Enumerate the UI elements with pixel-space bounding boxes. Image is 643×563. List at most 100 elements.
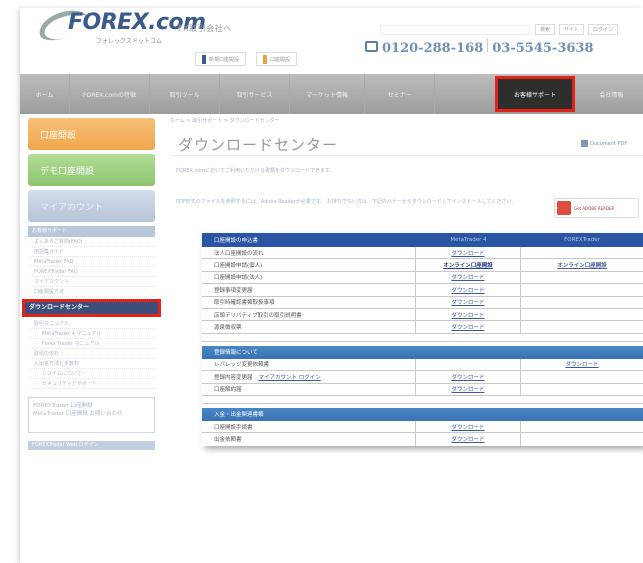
empty-cell (521, 421, 643, 432)
table-row: 登録事項変更届 ダウンロード (202, 284, 643, 297)
row-label: 登録内容変更届 (214, 374, 253, 381)
download-link[interactable]: ダウンロード (451, 273, 484, 281)
sidebar: 口座開設 デモ口座開設 マイアカウント お客様サポート よくあるご質問(FAQ)… (22, 118, 161, 450)
download-link[interactable]: ダウンロード (451, 423, 484, 431)
download-link[interactable]: ダウンロード (565, 360, 598, 368)
utility-login[interactable]: ログイン (588, 24, 619, 35)
section-heading-deposit: 入金・出金関連書類 (202, 407, 643, 421)
table-row: 出金依頼書 ダウンロード (202, 433, 643, 446)
header-buttons: 新規口座開設 口座開設 (195, 52, 298, 66)
download-link[interactable]: ダウンロード (451, 249, 484, 257)
utility-site[interactable]: サイト (559, 24, 585, 35)
search-input[interactable] (380, 25, 530, 35)
sidebar-web-login-button[interactable]: FOREXTrader Web ログイン (28, 441, 155, 450)
table-row: 源泉徴収票 ダウンロード (202, 321, 643, 334)
nav-item-market[interactable]: マーケット情報 (290, 74, 365, 114)
download-link[interactable]: ダウンロード (451, 311, 484, 319)
logo-subtext: フォレックスドットコム (96, 38, 162, 45)
online-account-link-mt4[interactable]: オンライン口座開設 (443, 261, 493, 269)
sidebar-open-account-button[interactable]: 口座開設 (28, 118, 155, 150)
sidebar-item-download-center[interactable]: ダウンロードセンター (22, 299, 161, 317)
nav-item-company[interactable]: 会社情報 (580, 74, 643, 114)
download-link[interactable]: ダウンロード (451, 286, 484, 294)
sidebar-demo-account-button[interactable]: デモ口座開設 (28, 154, 155, 186)
empty-cell (521, 284, 643, 295)
table-row: 店頭デリバティブ取引の取引説明書 ダウンロード (202, 308, 643, 322)
sidebar-item-account-method[interactable]: 口座開設方法 (28, 287, 155, 297)
document-icon (581, 140, 588, 147)
section-heading-registration: 登録情報について (202, 345, 643, 359)
table-row: 口座開設申請(個人) オンライン口座開設 オンライン口座開設 (202, 259, 643, 272)
title-divider (172, 155, 643, 156)
empty-cell (521, 297, 643, 308)
new-account-button[interactable]: 新規口座開設 (195, 52, 247, 66)
empty-cell (521, 321, 643, 332)
empty-cell (521, 309, 643, 320)
sidebar-my-account-button[interactable]: マイアカウント (28, 190, 155, 222)
download-link[interactable]: ダウンロード (451, 435, 484, 443)
download-link[interactable]: ダウンロード (451, 373, 484, 381)
sidebar-item-ft-manual[interactable]: Forex Trader マニュアル (28, 339, 155, 349)
row-label: 口座解約届 (202, 383, 416, 395)
sidebar-item-flow[interactable]: 取引の流れ (28, 349, 155, 359)
sidebar-item-deposit[interactable]: 入出金方法と手数料 (28, 359, 155, 369)
row-label-with-link: 登録内容変更届 マイアカウント ログイン (202, 371, 416, 383)
row-label: 法人口座開設の流れ (202, 247, 416, 259)
online-account-link-ft[interactable]: オンライン口座開設 (557, 261, 607, 269)
phone-contacts: 0120-288-168 03-5545-3638 (365, 38, 594, 56)
bar-icon (263, 54, 268, 64)
table-row: 取引時確認書類取扱事項 ダウンロード (202, 296, 643, 309)
global-nav: ホーム FOREX.comの特徴 取引ツール 取引サービス マーケット情報 セミ… (20, 74, 643, 114)
nav-item-support[interactable]: お客様サポート (495, 76, 575, 112)
sidebar-item-security[interactable]: セキュリティとサポート (28, 379, 155, 389)
phone-icon (365, 41, 378, 52)
phone-free-dial[interactable]: 0120-288-168 (382, 41, 483, 56)
table-row: 法人口座開設の流れ ダウンロード (202, 247, 643, 260)
adobe-banner-text: Get ADOBE READER (574, 205, 615, 211)
download-link[interactable]: ダウンロード (451, 323, 484, 331)
page-title: ダウンロードセンター (178, 136, 339, 154)
table-header: 口座開設の申込書 MetaTrader 4 FOREXTrader (202, 233, 643, 247)
pdf-link[interactable]: Document PDF (581, 140, 627, 147)
row-label: レバレッジ変更依頼書 (202, 358, 416, 371)
sidebar-item-ft-faq[interactable]: FOREXTrader FAQ (28, 267, 155, 277)
sidebar-heading: お客様サポート (28, 226, 155, 237)
download-link[interactable]: ダウンロード (451, 298, 484, 306)
row-label: 店頭デリバティブ取引の取引説明書 (202, 308, 416, 321)
nav-item-features[interactable]: FOREX.comの特徴 (70, 74, 150, 114)
download-link[interactable]: ダウンロード (451, 385, 484, 393)
sidebar-item-mt4-manual[interactable]: MetaTrader 4 マニュアル (28, 329, 155, 339)
nav-item-tools[interactable]: 取引ツール (150, 74, 220, 114)
utility-search[interactable]: 検索 (535, 24, 556, 35)
sidebar-item-system[interactable]: システムについて (28, 369, 155, 379)
sidebar-item-glossary[interactable]: 用語集ガイド (28, 247, 155, 257)
phone-direct[interactable]: 03-5545-3638 (492, 41, 593, 56)
open-account-label: 口座開設 (270, 56, 291, 63)
header-tagline: FX取引会社へ (178, 24, 232, 33)
forex-logo[interactable]: FOREX.com フォレックスドットコム (35, 4, 206, 48)
sidebar-info-box[interactable]: FOREXTrader 口座開設 MetaTrader 口座開設 お問い合わせ (28, 397, 155, 433)
empty-cell (416, 358, 521, 371)
row-label: 源泉徴収票 (202, 321, 416, 333)
table-row: 登録内容変更届 マイアカウント ログイン ダウンロード (202, 371, 643, 384)
row-label: 口座開設申請(法人) (202, 271, 416, 284)
row-label: 出金依頼書 (202, 433, 416, 446)
download-table: 口座開設の申込書 MetaTrader 4 FOREXTrader 法人口座開設… (202, 233, 643, 446)
sidebar-item-faq[interactable]: よくあるご質問(FAQ) (28, 237, 155, 247)
open-account-button[interactable]: 口座開設 (256, 52, 298, 66)
adobe-icon (557, 201, 571, 215)
nav-item-seminar[interactable]: セミナー (365, 74, 435, 114)
sidebar-item-my-account[interactable]: マイアカウント (28, 277, 155, 287)
sidebar-item-mt-faq[interactable]: MetaTrader FAQ (28, 257, 155, 267)
empty-cell (521, 384, 643, 395)
breadcrumb[interactable]: ホーム > 取引サポート > ダウンロードセンター (170, 117, 280, 124)
adobe-reader-banner[interactable]: Get ADOBE READER (554, 198, 639, 218)
empty-cell (521, 247, 643, 258)
nav-item-services[interactable]: 取引サービス (220, 74, 290, 114)
sidebar-item-manuals[interactable]: 取引マニュアル (28, 319, 155, 329)
nav-item-home[interactable]: ホーム (20, 74, 70, 114)
table-spacer (202, 396, 643, 404)
divider (487, 38, 489, 52)
my-account-login-link[interactable]: マイアカウント ログイン (259, 373, 321, 381)
utility-links: 検索 サイト ログイン (535, 24, 619, 35)
